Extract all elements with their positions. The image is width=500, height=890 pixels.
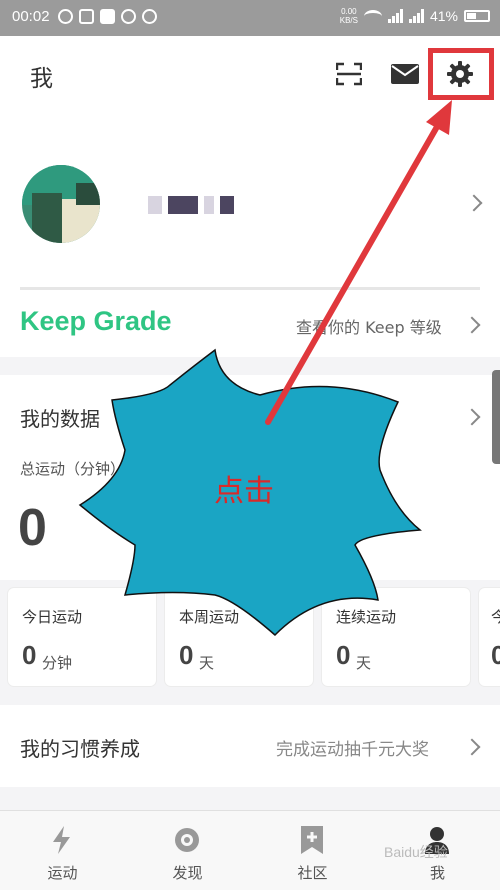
stat-streak[interactable]: 连续运动 0 天 bbox=[322, 588, 470, 686]
signal-4g-icon bbox=[408, 9, 424, 23]
stat-unit: 分钟 bbox=[42, 654, 73, 672]
stat-unit: 天 bbox=[199, 654, 215, 672]
page-title: 我 bbox=[30, 66, 53, 92]
keep-grade-link[interactable]: 查看你的 Keep 等级 bbox=[296, 314, 442, 338]
stat-label: 今 bbox=[491, 608, 500, 626]
habit-promo-link[interactable]: 完成运动抽千元大奖 bbox=[276, 735, 429, 760]
keep-grade-title: Keep Grade bbox=[20, 306, 172, 336]
settings-highlight-box bbox=[428, 48, 494, 100]
signal-icon bbox=[387, 9, 403, 23]
nav-label: 社区 bbox=[297, 864, 328, 882]
alarm-icon bbox=[58, 9, 73, 24]
stat-today[interactable]: 今日运动 0 分钟 bbox=[8, 588, 156, 686]
nav-item-community[interactable]: 社区 bbox=[250, 811, 375, 890]
net-speed-unit: KB/S bbox=[339, 16, 358, 25]
my-data-title[interactable]: 我的数据 bbox=[20, 403, 100, 432]
discover-icon bbox=[175, 828, 199, 852]
bolt-icon bbox=[53, 826, 70, 854]
bookmark-plus-icon bbox=[301, 826, 323, 854]
nav-item-discover[interactable]: 发现 bbox=[125, 811, 250, 890]
battery-icon bbox=[464, 10, 490, 22]
edge-handle[interactable] bbox=[492, 370, 500, 464]
header-bar: 我 bbox=[0, 36, 500, 112]
nav-label: 运动 bbox=[47, 864, 78, 882]
shield-icon bbox=[100, 9, 115, 24]
stat-week[interactable]: 本周运动 0 天 bbox=[165, 588, 313, 686]
nav-item-exercise[interactable]: 运动 bbox=[0, 811, 125, 890]
qq-icon bbox=[121, 9, 136, 24]
status-bar: 00:02 0.00 KB/S 41% bbox=[0, 0, 500, 36]
sync-icon bbox=[142, 9, 157, 24]
notification-icons bbox=[58, 9, 157, 24]
habit-title: 我的习惯养成 bbox=[20, 737, 140, 761]
stat-value: 0 bbox=[22, 640, 37, 670]
net-speed-value: 0.00 bbox=[341, 7, 357, 16]
status-right: 0.00 KB/S 41% bbox=[340, 7, 490, 25]
stat-label: 今日运动 bbox=[22, 608, 83, 626]
stat-unit: 天 bbox=[356, 654, 372, 672]
total-exercise-label: 总运动（分钟） bbox=[20, 460, 126, 478]
username-blurred bbox=[148, 196, 234, 214]
stat-value: 0 bbox=[336, 640, 351, 670]
nav-label: 发现 bbox=[172, 864, 203, 882]
annotation-click-label: 点击 bbox=[214, 474, 274, 509]
watermark: Baidu经验 bbox=[384, 844, 448, 860]
net-speed: 0.00 KB/S bbox=[340, 7, 358, 25]
battery-percent: 41% bbox=[429, 8, 458, 24]
stat-value: 0 bbox=[491, 640, 500, 670]
mail-icon[interactable] bbox=[390, 62, 420, 86]
total-exercise-value: 0 bbox=[18, 499, 47, 557]
stat-partial[interactable]: 今 0 bbox=[479, 588, 500, 686]
status-time: 00:02 bbox=[12, 8, 50, 25]
nav-label: 我 bbox=[429, 864, 445, 882]
stat-value: 0 bbox=[179, 640, 194, 670]
bluetooth-icon bbox=[79, 9, 94, 24]
wifi-icon bbox=[363, 9, 382, 23]
profile-divider bbox=[20, 287, 480, 290]
stat-label: 连续运动 bbox=[336, 608, 397, 626]
stat-label: 本周运动 bbox=[179, 608, 240, 626]
avatar[interactable] bbox=[22, 165, 100, 243]
scan-icon[interactable] bbox=[336, 62, 362, 86]
